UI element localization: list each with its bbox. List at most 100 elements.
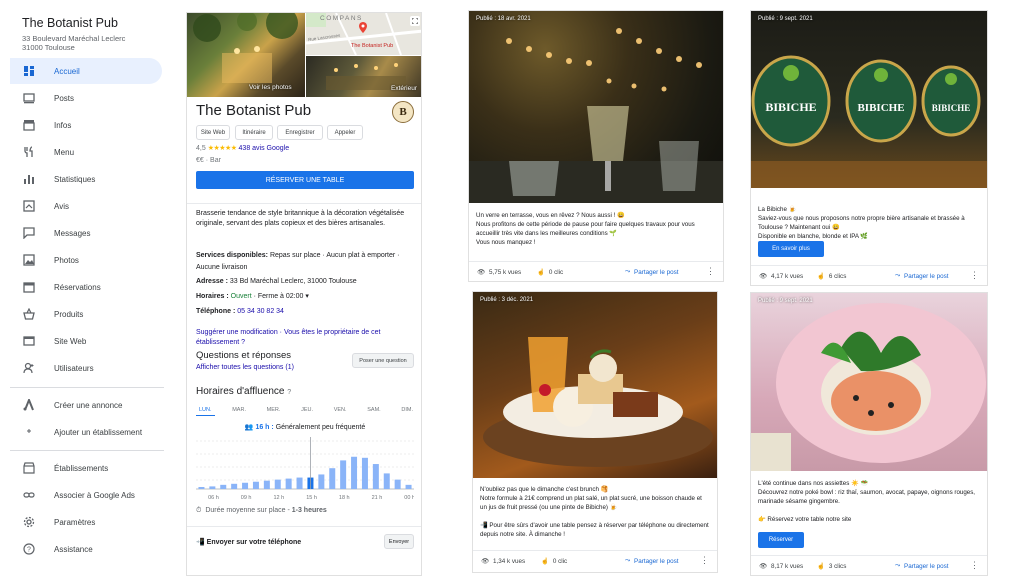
day-tab[interactable]: VEN. <box>331 407 350 416</box>
day-tab[interactable]: JEU. <box>298 407 316 416</box>
day-tab[interactable]: MAR. <box>229 407 249 416</box>
exterior-photo[interactable]: Extérieur <box>306 56 421 97</box>
popular-times-bar[interactable] <box>351 456 358 489</box>
popular-times-bar[interactable] <box>340 460 347 489</box>
popular-times-bar[interactable] <box>220 484 227 489</box>
popular-times-bar[interactable] <box>394 479 401 489</box>
post-image[interactable] <box>469 11 723 203</box>
help-circle-icon[interactable]: ? <box>287 389 291 396</box>
sidebar-item-ajouter-un-établissement[interactable]: Ajouter un établissement <box>10 419 162 445</box>
popular-times-bar[interactable] <box>252 481 259 489</box>
send-button[interactable]: Envoyer <box>384 534 414 549</box>
suggest-edit-link[interactable]: Suggérer une modification <box>196 329 278 336</box>
sidebar-item-avis[interactable]: Avis <box>10 193 162 219</box>
place-description: Brasserie tendance de style britannique … <box>196 210 405 227</box>
sidebar-item-menu[interactable]: Menu <box>10 139 162 165</box>
share-post-button[interactable]: ⤳ Partager le post <box>625 268 679 276</box>
post-image[interactable]: BIBICHE BIBICHE BIBICHE <box>751 11 987 188</box>
action-chip-itinéraire[interactable]: Itinéraire <box>235 125 273 140</box>
day-tab[interactable]: LUN. <box>196 407 215 416</box>
reserve-table-button[interactable]: RÉSERVER UNE TABLE <box>196 171 414 189</box>
map-area-label: COMPANS <box>320 15 363 22</box>
popular-times-bar[interactable] <box>209 486 216 489</box>
chevron-down-icon[interactable]: ▾ <box>305 293 309 300</box>
popular-times-bar[interactable] <box>296 477 303 489</box>
day-tab[interactable]: MER. <box>264 407 284 416</box>
learn-more-button[interactable]: En savoir plus <box>758 241 824 257</box>
hours-info[interactable]: Horaires : Ouvert · Ferme à 02:00 ▾ <box>196 291 416 303</box>
popular-times-bar[interactable] <box>231 483 238 489</box>
phone-link[interactable]: 05 34 30 82 34 <box>237 308 284 315</box>
main-photo[interactable]: Voir les photos <box>187 13 305 97</box>
address-info: Adresse : 33 Bd Maréchal Leclerc, 31000 … <box>196 276 416 288</box>
calendar-icon <box>23 281 35 293</box>
photo-icon <box>23 254 35 266</box>
post-card: Publié : 3 déc. 2021 N'oubliez pas que l… <box>472 291 718 573</box>
timer-icon: ⏱ <box>196 507 202 514</box>
sidebar-item-créer-une-annonce[interactable]: Créer une annonce <box>10 392 162 418</box>
sidebar-item-photos[interactable]: Photos <box>10 247 162 273</box>
sidebar-item-assistance[interactable]: ? Assistance <box>10 536 162 562</box>
popular-times-bar[interactable] <box>405 484 412 489</box>
qa-show-all-link[interactable]: Afficher toutes les questions (1) <box>196 364 294 371</box>
popular-times-bar[interactable] <box>285 478 292 489</box>
share-post-button[interactable]: ⤳ Partager le post <box>895 562 949 570</box>
sidebar-item-label: Assistance <box>54 544 93 554</box>
popular-times-bar[interactable] <box>274 479 281 489</box>
more-vert-icon[interactable]: ⋮ <box>970 271 979 280</box>
sidebar-item-produits[interactable]: Produits <box>10 301 162 327</box>
home-icon <box>23 65 35 77</box>
more-vert-icon[interactable]: ⋮ <box>970 561 979 570</box>
popular-times-bar[interactable] <box>361 457 368 489</box>
reviews-link[interactable]: 438 avis Google <box>239 145 290 152</box>
post-image[interactable] <box>751 293 987 471</box>
popular-times-bar[interactable] <box>318 474 325 489</box>
popular-times-bar[interactable] <box>198 487 205 489</box>
category: Bar <box>210 157 221 164</box>
popular-times-bar[interactable] <box>372 464 379 489</box>
day-tab[interactable]: DIM. <box>398 407 416 416</box>
sidebar-item-statistiques[interactable]: Statistiques <box>10 166 162 192</box>
reviews-icon <box>23 200 35 212</box>
share-post-button[interactable]: ⤳ Partager le post <box>625 557 679 565</box>
popular-times-bar[interactable] <box>383 473 390 489</box>
popular-times-bar[interactable] <box>263 480 270 489</box>
clicks-stat: ☝ 0 clic <box>537 268 563 277</box>
more-vert-icon[interactable]: ⋮ <box>706 267 715 276</box>
sidebar-item-label: Réservations <box>54 282 101 292</box>
sidebar-item-accueil[interactable]: Accueil <box>10 58 162 84</box>
post-image[interactable] <box>473 292 717 478</box>
sidebar-item-paramètres[interactable]: Paramètres <box>10 509 162 535</box>
ask-question-button[interactable]: Poser une question <box>352 353 414 368</box>
action-chip-appeler[interactable]: Appeler <box>327 125 363 140</box>
hour-tick-label: 09 h <box>241 495 252 501</box>
sidebar-item-messages[interactable]: Messages <box>10 220 162 246</box>
tap-label: BIBICHE <box>857 102 904 114</box>
popular-times-label: Horaires d'affluence <box>196 386 285 397</box>
sidebar-item-infos[interactable]: Infos <box>10 112 162 138</box>
expand-map-icon[interactable] <box>410 16 420 26</box>
live-busyness: 👥 16 h : Généralement peu fréquenté <box>187 423 421 431</box>
share-post-button[interactable]: ⤳ Partager le post <box>895 272 949 280</box>
hour-tick-label: 00 h <box>404 495 414 501</box>
sidebar-item-label: Créer une annonce <box>54 400 123 410</box>
action-chip-site-web[interactable]: Site Web <box>196 125 230 140</box>
more-vert-icon[interactable]: ⋮ <box>700 556 709 565</box>
day-tab[interactable]: SAM. <box>364 407 383 416</box>
share-icon: ⤳ <box>625 268 631 275</box>
sidebar-item-posts[interactable]: Posts <box>10 85 162 111</box>
price-category: €€ · Bar <box>196 157 221 164</box>
map-thumbnail[interactable]: COMPANS The Botanist Pub Rue Lascrosses <box>306 13 421 55</box>
sidebar-item-utilisateurs[interactable]: Utilisateurs <box>10 355 162 381</box>
post-text: La Bibiche 🍺 Saviez-vous que nous propos… <box>758 206 965 240</box>
hours-close: · Ferme à 02:00 <box>253 293 304 300</box>
reserve-button[interactable]: Réserver <box>758 532 804 548</box>
sidebar-item-site-web[interactable]: Site Web <box>10 328 162 354</box>
sidebar-item-réservations[interactable]: Réservations <box>10 274 162 300</box>
sidebar-item-associer-à-google-ads[interactable]: Associer à Google Ads <box>10 482 162 508</box>
popular-times-bar[interactable] <box>242 482 249 489</box>
link-icon <box>23 489 35 501</box>
sidebar-item-établissements[interactable]: Établissements <box>10 455 162 481</box>
popular-times-bar[interactable] <box>329 468 336 489</box>
action-chip-enregistrer[interactable]: Enregistrer <box>277 125 323 140</box>
